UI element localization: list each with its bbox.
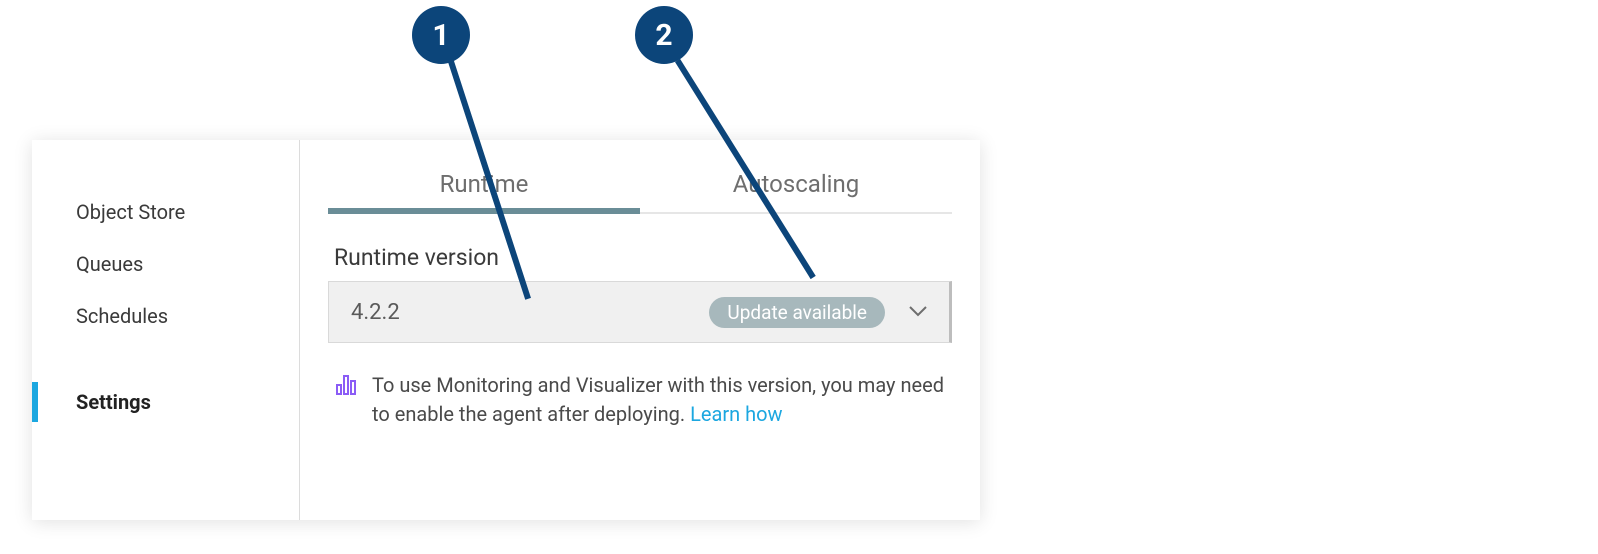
sidebar-item-label: Object Store [76,200,185,224]
version-select-right: Update available [709,297,927,328]
sidebar-item-settings[interactable]: Settings [32,376,299,428]
settings-panel: Object Store Queues Schedules Settings R… [32,140,980,520]
tab-autoscaling[interactable]: Autoscaling [640,152,952,212]
sidebar-item-queues[interactable]: Queues [32,238,299,290]
sidebar-item-label: Settings [76,390,151,414]
sidebar-item-schedules[interactable]: Schedules [32,290,299,342]
main-content: Runtime Autoscaling Runtime version 4.2.… [300,140,980,520]
tabs: Runtime Autoscaling [328,152,952,214]
info-text: To use Monitoring and Visualizer with th… [372,371,946,429]
sidebar: Object Store Queues Schedules Settings [32,140,300,520]
update-available-badge: Update available [709,297,885,328]
callout-circle-1: 1 [412,6,470,64]
sidebar-item-label: Queues [76,252,143,276]
learn-how-link[interactable]: Learn how [690,402,783,426]
tab-label: Autoscaling [733,170,859,198]
callout-number: 2 [655,18,672,53]
callout-circle-2: 2 [635,6,693,64]
bar-chart-icon [334,373,358,429]
sidebar-gap [32,342,299,376]
info-text-body: To use Monitoring and Visualizer with th… [372,373,944,426]
callout-number: 1 [432,18,449,53]
runtime-version-select[interactable]: 4.2.2 Update available [328,281,952,343]
tab-label: Runtime [440,170,529,198]
chevron-down-icon [909,303,927,322]
tab-runtime[interactable]: Runtime [328,152,640,212]
info-row: To use Monitoring and Visualizer with th… [328,371,952,429]
sidebar-item-label: Schedules [76,304,168,328]
runtime-version-value: 4.2.2 [351,300,400,325]
runtime-version-label: Runtime version [334,244,952,271]
sidebar-item-object-store[interactable]: Object Store [32,186,299,238]
